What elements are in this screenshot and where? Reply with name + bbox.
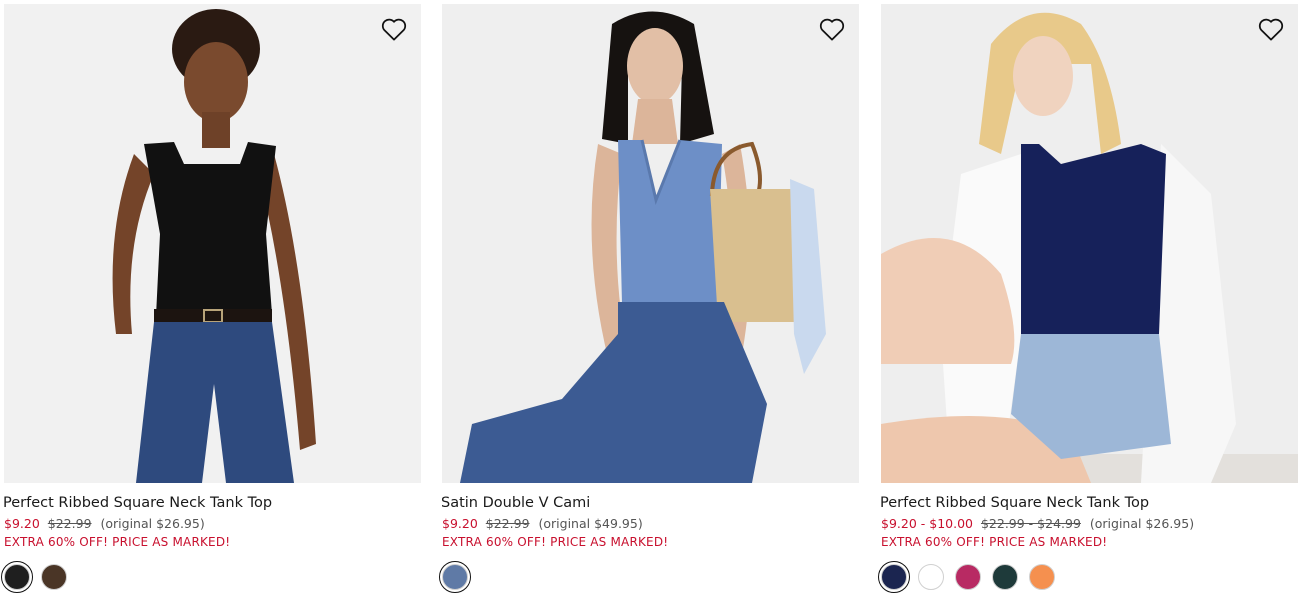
price-row: $9.20 $22.99 (original $26.95) bbox=[4, 516, 421, 532]
was-price: $22.99 bbox=[485, 516, 530, 531]
model-photo bbox=[881, 4, 1298, 483]
product-card[interactable]: Perfect Ribbed Square Neck Tank Top $9.2… bbox=[878, 4, 1298, 593]
original-price: (original $49.95) bbox=[538, 516, 643, 531]
favorite-button[interactable] bbox=[1256, 14, 1286, 44]
promo-message: EXTRA 60% OFF! PRICE AS MARKED! bbox=[442, 535, 669, 549]
model-photo bbox=[442, 4, 859, 483]
color-swatches bbox=[439, 561, 859, 593]
product-name[interactable]: Satin Double V Cami bbox=[441, 494, 859, 512]
color-swatches bbox=[1, 561, 421, 593]
product-card[interactable]: Satin Double V Cami $9.20 $22.99 (origin… bbox=[439, 4, 859, 593]
sale-price: $9.20 - $10.00 bbox=[881, 516, 973, 531]
was-price: $22.99 bbox=[47, 516, 92, 531]
heart-outline-icon bbox=[819, 18, 845, 41]
price-row: $9.20 $22.99 (original $49.95) bbox=[442, 516, 859, 532]
product-image[interactable] bbox=[881, 4, 1298, 483]
promo-message: EXTRA 60% OFF! PRICE AS MARKED! bbox=[881, 535, 1108, 549]
product-image[interactable] bbox=[442, 4, 859, 483]
color-swatch-magenta[interactable] bbox=[955, 564, 981, 590]
product-card[interactable]: Perfect Ribbed Square Neck Tank Top $9.2… bbox=[1, 4, 421, 593]
product-image[interactable] bbox=[4, 4, 421, 483]
favorite-button[interactable] bbox=[817, 14, 847, 44]
color-swatch-brown[interactable] bbox=[41, 564, 67, 590]
color-swatch-white[interactable] bbox=[918, 564, 944, 590]
heart-outline-icon bbox=[1258, 18, 1284, 41]
model-photo bbox=[4, 4, 421, 483]
original-price: (original $26.95) bbox=[1089, 516, 1195, 531]
original-price: (original $26.95) bbox=[100, 516, 205, 531]
sale-price: $9.20 bbox=[442, 516, 478, 531]
sale-price: $9.20 bbox=[4, 516, 40, 531]
color-swatch-blue[interactable] bbox=[439, 561, 471, 593]
was-price: $22.99 - $24.99 bbox=[980, 516, 1081, 531]
color-swatch-black[interactable] bbox=[1, 561, 33, 593]
heart-outline-icon bbox=[381, 18, 407, 41]
favorite-button[interactable] bbox=[379, 14, 409, 44]
price-row: $9.20 - $10.00 $22.99 - $24.99 (original… bbox=[881, 516, 1298, 532]
product-name[interactable]: Perfect Ribbed Square Neck Tank Top bbox=[880, 494, 1298, 512]
color-swatch-orange[interactable] bbox=[1029, 564, 1055, 590]
product-name[interactable]: Perfect Ribbed Square Neck Tank Top bbox=[3, 494, 421, 512]
color-swatch-navy[interactable] bbox=[878, 561, 910, 593]
product-grid: Perfect Ribbed Square Neck Tank Top $9.2… bbox=[0, 0, 1298, 602]
color-swatch-dark-green[interactable] bbox=[992, 564, 1018, 590]
promo-message: EXTRA 60% OFF! PRICE AS MARKED! bbox=[4, 535, 231, 549]
color-swatches bbox=[878, 561, 1298, 593]
